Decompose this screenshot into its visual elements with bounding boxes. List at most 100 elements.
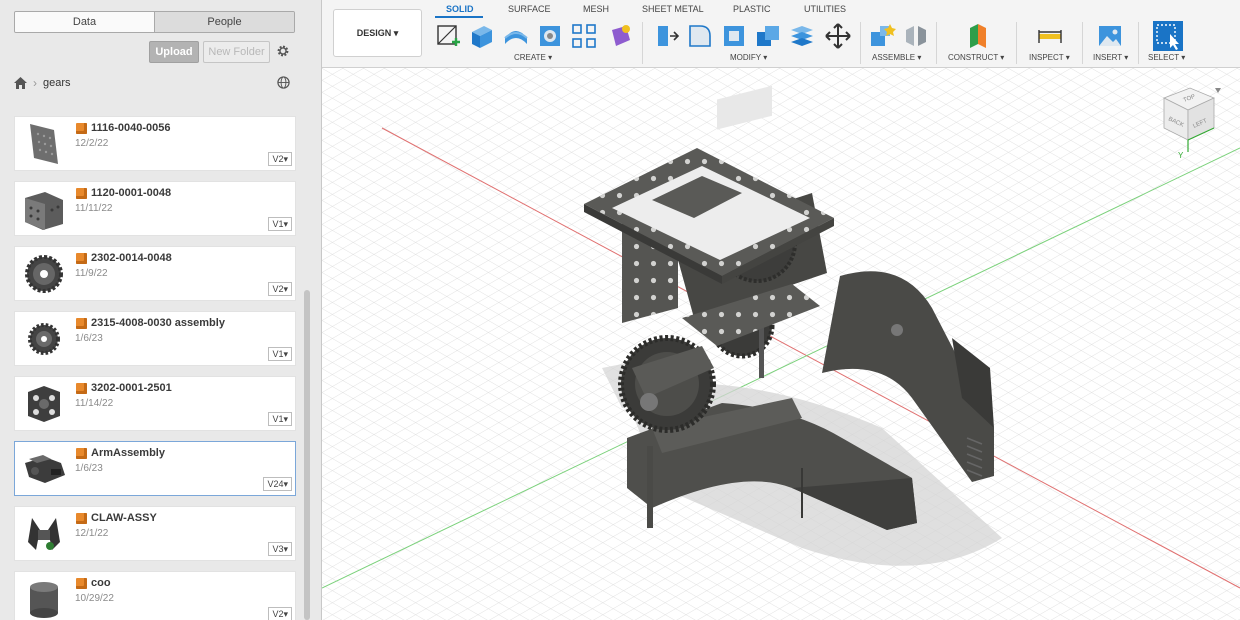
version-dropdown[interactable]: V2 ▾ — [268, 152, 292, 166]
toolbar: DESIGN ▾ SOLID SURFACE MESH SHEET METAL … — [322, 0, 1240, 68]
modify-menu[interactable]: MODIFY ▾ — [730, 53, 767, 62]
file-name: coo — [91, 577, 111, 589]
file-thumbnail — [19, 119, 69, 169]
toolbar-divider — [642, 22, 643, 64]
file-date: 1/6/23 — [75, 463, 103, 474]
file-name: 1120-0001-0048 — [91, 187, 172, 199]
file-thumbnail — [19, 509, 69, 559]
breadcrumb-folder[interactable]: gears — [43, 77, 71, 89]
design-file-icon — [76, 318, 87, 329]
file-name: 2315-4008-0030 assembly — [91, 317, 225, 329]
tab-sheet-metal[interactable]: SHEET METAL — [642, 4, 704, 14]
move-icon[interactable] — [824, 22, 852, 50]
toolbar-divider — [1138, 22, 1139, 64]
file-name: ArmAssembly — [91, 447, 165, 459]
form-icon[interactable] — [606, 22, 634, 50]
claw-pivot — [891, 324, 903, 336]
version-dropdown[interactable]: V2 ▾ — [268, 282, 292, 296]
combine-icon[interactable] — [754, 22, 782, 50]
measure-icon[interactable] — [1036, 22, 1064, 50]
version-dropdown[interactable]: V1 ▾ — [268, 412, 292, 426]
new-folder-button[interactable]: New Folder — [203, 41, 270, 63]
create-sketch-icon[interactable] — [434, 22, 462, 50]
file-name: 3202-0001-2501 — [91, 382, 172, 394]
file-date: 10/29/22 — [75, 593, 114, 604]
workspace-dropdown[interactable]: DESIGN ▾ — [333, 9, 422, 57]
tab-solid[interactable]: SOLID — [446, 4, 474, 14]
revolve-icon[interactable] — [502, 22, 530, 50]
design-file-icon — [76, 578, 87, 589]
view-cube-axis-label: Y — [1178, 151, 1184, 160]
version-dropdown[interactable]: V1 ▾ — [268, 217, 292, 231]
offset-plane-icon[interactable] — [964, 22, 992, 50]
file-date: 11/11/22 — [75, 203, 113, 214]
data-panel: Data People Upload New Folder › gears 11… — [0, 0, 322, 620]
press-pull-icon[interactable] — [652, 22, 680, 50]
design-file-icon — [76, 253, 87, 264]
tab-mesh[interactable]: MESH — [583, 4, 609, 14]
version-dropdown[interactable]: V3 ▾ — [268, 542, 292, 556]
design-file-icon — [76, 448, 87, 459]
file-card[interactable]: 1120-0001-0048 11/11/22 V1 ▾ — [14, 181, 296, 236]
joint-icon[interactable] — [902, 22, 930, 50]
3d-canvas[interactable]: TOP BACK LEFT Y — [322, 68, 1240, 620]
design-file-icon — [76, 383, 87, 394]
construct-menu[interactable]: CONSTRUCT ▾ — [948, 53, 1004, 62]
file-card[interactable]: coo 10/29/22 V2 ▾ — [14, 571, 296, 620]
assemble-menu[interactable]: ASSEMBLE ▾ — [872, 53, 921, 62]
extrude-icon[interactable] — [468, 22, 496, 50]
file-card[interactable]: 1116-0040-0056 12/2/22 V2 ▾ — [14, 116, 296, 171]
shell-icon[interactable] — [720, 22, 748, 50]
toolbar-divider — [1016, 22, 1017, 64]
file-name: 1116-0040-0056 — [91, 122, 171, 134]
file-name: CLAW-ASSY — [91, 512, 157, 524]
chevron-right-icon: › — [33, 76, 37, 90]
file-thumbnail — [19, 379, 69, 429]
globe-icon[interactable] — [277, 76, 290, 89]
version-dropdown[interactable]: V2 ▾ — [268, 607, 292, 620]
fillet-icon[interactable] — [686, 22, 714, 50]
file-card-selected[interactable]: ArmAssembly 1/6/23 V24 ▾ — [14, 441, 296, 496]
file-date: 12/1/22 — [75, 528, 109, 539]
file-card[interactable]: 2302-0014-0048 11/9/22 V2 ▾ — [14, 246, 296, 301]
new-component-icon[interactable] — [868, 22, 896, 50]
file-date: 11/14/22 — [75, 398, 114, 409]
panel-tab-switch: Data People — [14, 11, 295, 33]
upload-button[interactable]: Upload — [149, 41, 199, 63]
tab-data[interactable]: Data — [15, 12, 154, 32]
tab-surface[interactable]: SURFACE — [508, 4, 551, 14]
home-icon[interactable] — [14, 77, 27, 89]
toolbar-divider — [860, 22, 861, 64]
file-card[interactable]: 2315-4008-0030 assembly 1/6/23 V1 ▾ — [14, 311, 296, 366]
design-file-icon — [76, 123, 87, 134]
select-icon[interactable] — [1152, 20, 1184, 52]
canvas-viewport[interactable]: TOP BACK LEFT Y — [322, 68, 1240, 620]
tab-utilities[interactable]: UTILITIES — [804, 4, 846, 14]
pattern-icon[interactable] — [570, 22, 598, 50]
tab-people[interactable]: People — [154, 12, 294, 32]
file-name: 2302-0014-0048 — [91, 252, 172, 264]
gear-icon[interactable] — [276, 44, 290, 58]
active-tab-indicator — [435, 16, 483, 18]
select-menu[interactable]: SELECT ▾ — [1148, 53, 1185, 62]
file-list-scrollbar[interactable] — [304, 290, 310, 620]
breadcrumb: › gears — [14, 76, 71, 90]
inspect-menu[interactable]: INSPECT ▾ — [1029, 53, 1070, 62]
version-dropdown[interactable]: V24 ▾ — [263, 477, 292, 491]
create-menu[interactable]: CREATE ▾ — [514, 53, 552, 62]
file-date: 11/9/22 — [75, 268, 108, 279]
offset-face-icon[interactable] — [788, 22, 816, 50]
hole-icon[interactable] — [536, 22, 564, 50]
tab-plastic[interactable]: PLASTIC — [733, 4, 771, 14]
file-list: 1116-0040-0056 12/2/22 V2 ▾ 1120-0001-004… — [14, 116, 296, 620]
insert-image-icon[interactable] — [1096, 22, 1124, 50]
file-date: 12/2/22 — [75, 138, 109, 149]
file-card[interactable]: CLAW-ASSY 12/1/22 V3 ▾ — [14, 506, 296, 561]
file-date: 1/6/23 — [75, 333, 103, 344]
file-card[interactable]: 3202-0001-2501 11/14/22 V1 ▾ — [14, 376, 296, 431]
design-file-icon — [76, 513, 87, 524]
linkage-pin — [640, 393, 658, 411]
version-dropdown[interactable]: V1 ▾ — [268, 347, 292, 361]
insert-menu[interactable]: INSERT ▾ — [1093, 53, 1128, 62]
file-thumbnail — [19, 249, 69, 299]
